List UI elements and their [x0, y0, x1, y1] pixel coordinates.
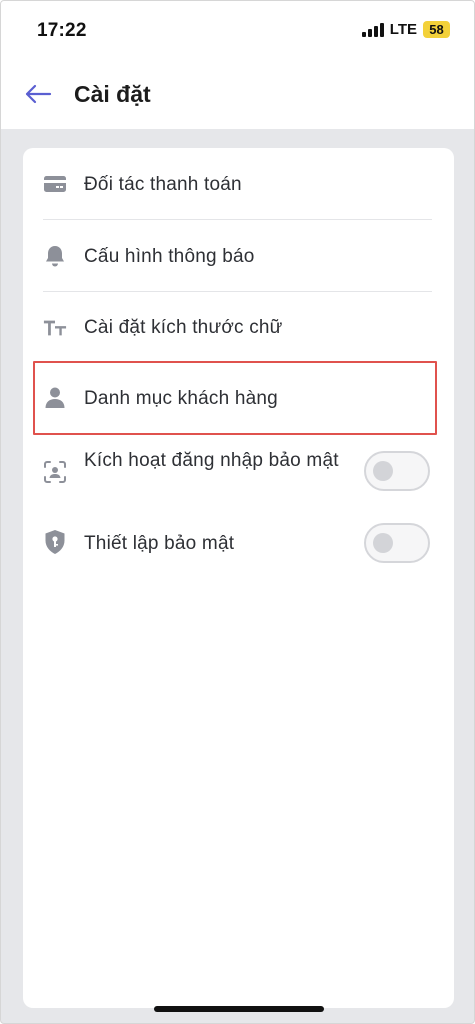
credit-card-icon — [43, 172, 67, 196]
security-setup-toggle[interactable] — [364, 523, 430, 563]
signal-bars-icon — [361, 22, 384, 37]
text-size-icon — [43, 316, 67, 340]
status-bar: 17:22 LTE 58 — [1, 1, 474, 61]
settings-item-security-setup[interactable]: Thiết lập bảo mật — [23, 510, 454, 576]
settings-item-notifications[interactable]: Cấu hình thông báo — [23, 220, 454, 292]
network-label: LTE — [389, 21, 417, 38]
battery-indicator: 58 — [423, 21, 450, 38]
settings-item-secure-login[interactable]: Kích hoạt đăng nhập bảo mật — [23, 438, 454, 504]
settings-item-payment-partners[interactable]: Đối tác thanh toán — [23, 148, 454, 220]
screen: 17:22 LTE 58 Cài đặt Đối tác thanh toán … — [0, 0, 475, 1024]
face-id-icon — [43, 460, 67, 484]
shield-key-icon — [43, 530, 67, 554]
toggle-knob — [373, 533, 393, 553]
app-header: Cài đặt — [1, 61, 474, 129]
page-title: Cài đặt — [74, 81, 151, 107]
highlight-box — [33, 361, 437, 435]
bell-icon — [43, 244, 67, 268]
settings-card: Đối tác thanh toán Cấu hình thông báo Cà… — [23, 148, 454, 1008]
settings-item-label: Cấu hình thông báo — [84, 246, 255, 267]
back-button[interactable] — [21, 79, 55, 109]
settings-item-label: Đối tác thanh toán — [84, 174, 242, 195]
settings-item-label: Thiết lập bảo mật — [84, 533, 235, 554]
settings-item-label: Cài đặt kích thước chữ — [84, 317, 283, 338]
arrow-left-icon — [25, 84, 52, 104]
home-indicator[interactable] — [154, 1006, 324, 1012]
settings-item-label: Kích hoạt đăng nhập bảo mật — [84, 450, 339, 471]
status-indicators: LTE 58 — [361, 21, 450, 38]
toggle-knob — [373, 461, 393, 481]
secure-login-toggle[interactable] — [364, 451, 430, 491]
status-time: 17:22 — [37, 20, 87, 41]
settings-item-font-size[interactable]: Cài đặt kích thước chữ — [23, 292, 454, 362]
